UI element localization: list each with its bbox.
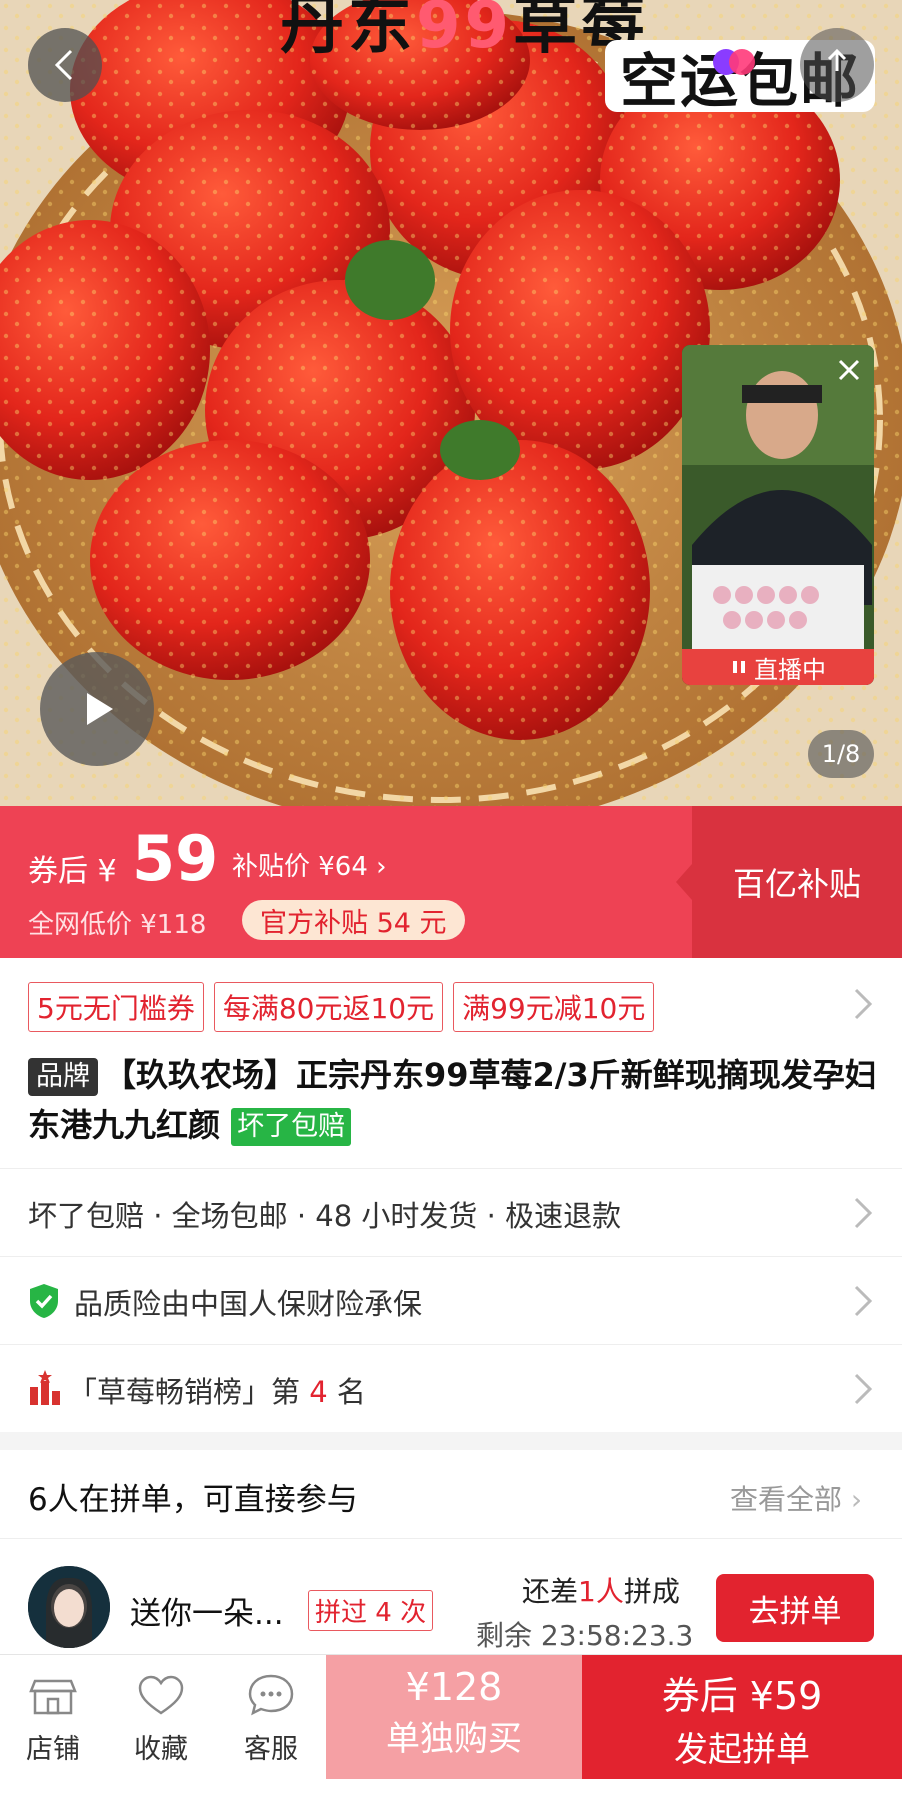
single-price: ¥128 [405,1665,503,1709]
play-video-button[interactable] [40,652,154,766]
live-stream-window[interactable]: 直播中 [682,345,874,685]
group-user-name: 送你一朵... [130,1596,284,1632]
product-image-carousel[interactable]: 丹东99草莓 空运包邮 直播中 1/8 [0,0,902,806]
subsidy-price-link[interactable]: 补贴价 ¥64 › [232,846,387,883]
product-title: 品牌 【玖玖农场】正宗丹东99草莓2/3斤新鲜现摘现发孕妇东港九九红颜 坏了包赔 [28,1050,878,1150]
close-icon [838,359,860,381]
pause-icon [733,661,745,673]
see-all-link[interactable]: 查看全部 › [730,1478,862,1518]
see-all-label: 查看全部 [730,1483,843,1516]
image-counter: 1/8 [808,730,874,778]
group-buy-header: 6人在拼单，可直接参与 [28,1482,358,1518]
subsidy-badge: 百亿补贴 [676,806,902,958]
group-time-left: 剩余 23:58:23.3 [476,1619,694,1652]
store-button[interactable]: 店铺 [8,1667,98,1766]
live-status-bar: 直播中 [682,649,874,685]
after-coupon-price: 59 [132,822,219,895]
coupon-tag[interactable]: 每满80元返10元 [213,982,444,1032]
bottom-action-bar: 店铺 收藏 客服 ¥128 单独购买 券后 ¥59 发起拼单 [0,1654,902,1811]
store-label: 店铺 [26,1734,80,1765]
single-label: 单独购买 [386,1719,522,1759]
chevron-right-icon: › [850,1483,863,1516]
store-icon [29,1679,77,1715]
service-label: 客服 [244,1734,298,1765]
service-items: 坏了包赔 · 全场包邮 · 48 小时发货 · 极速退款 [28,1199,622,1233]
customer-service-button[interactable]: 客服 [226,1667,316,1766]
group-user-tag: 拼过 4 次 [308,1590,434,1631]
coupon-tag[interactable]: 满99元减10元 [453,982,655,1032]
heart-icon [138,1675,184,1715]
product-title-text: 【玖玖农场】正宗丹东99草莓2/3斤新鲜现摘现发孕妇东港九九红颜 [28,1056,877,1144]
headline-number: 99 [416,0,514,63]
divider [0,1538,902,1539]
share-icon [827,48,847,71]
chevron-left-icon [54,49,73,81]
favorite-label: 收藏 [134,1734,188,1765]
guarantee-tag: 坏了包赔 [231,1108,352,1146]
back-button[interactable] [28,28,102,102]
ranking-prefix: 「草莓畅销榜」第 [68,1375,301,1409]
insurance-row[interactable]: 品质险由中国人保财险承保 [0,1256,902,1345]
group-label: 发起拼单 [674,1730,810,1770]
chevron-right-icon [854,1197,873,1229]
group-need-text: 还差1人拼成 [522,1570,680,1610]
need-suffix: 拼成 [623,1575,680,1608]
ranking-number: 4 [309,1375,328,1409]
price-banner: 券后 ¥ 59 补贴价 ¥64 › 全网低价 ¥118 官方补贴 54 元 百亿… [0,806,902,958]
live-label: 直播中 [754,655,826,684]
chevron-right-icon [854,1373,873,1405]
chevron-right-icon [854,1285,873,1317]
play-icon [87,693,113,725]
favorite-button[interactable]: 收藏 [116,1667,206,1766]
buy-single-button[interactable]: ¥128 单独购买 [326,1655,582,1779]
insurance-text: 品质险由中国人保财险承保 [74,1287,423,1321]
ranking-text: 「草莓畅销榜」第 4 名 [68,1369,366,1411]
after-coupon-label: 券后 ¥ [28,854,117,889]
avatar[interactable] [28,1566,110,1648]
headline-prefix: 丹东 [280,0,416,63]
service-guarantee-row[interactable]: 坏了包赔 · 全场包邮 · 48 小时发货 · 极速退款 [0,1168,902,1257]
lowest-price: 全网低价 ¥118 [28,910,207,940]
brand-tag: 品牌 [28,1058,98,1096]
need-prefix: 还差 [522,1575,579,1608]
share-button[interactable] [800,28,874,102]
ranking-row[interactable]: 「草莓畅销榜」第 4 名 [0,1344,902,1433]
chat-icon [248,1674,294,1716]
need-count: 1人 [578,1575,624,1608]
favorite-heart-icon [712,44,756,82]
ranking-chart-icon [30,1370,60,1405]
shield-check-icon [30,1284,58,1318]
ranking-suffix: 名 [336,1375,366,1409]
group-price: 券后 ¥59 [661,1674,823,1718]
hero-headline: 丹东99草莓 [280,0,649,66]
start-group-buy-button[interactable]: 券后 ¥59 发起拼单 [582,1655,902,1779]
live-stream-thumbnail [682,345,874,685]
join-group-button[interactable]: 去拼单 [716,1574,874,1642]
coupon-list[interactable]: 5元无门槛券 每满80元返10元 满99元减10元 [28,982,655,1032]
section-divider [0,1432,902,1450]
live-close-button[interactable] [830,351,868,389]
official-subsidy-tag: 官方补贴 54 元 [242,900,465,940]
chevron-right-icon[interactable] [852,984,874,1024]
coupon-tag[interactable]: 5元无门槛券 [28,982,204,1032]
